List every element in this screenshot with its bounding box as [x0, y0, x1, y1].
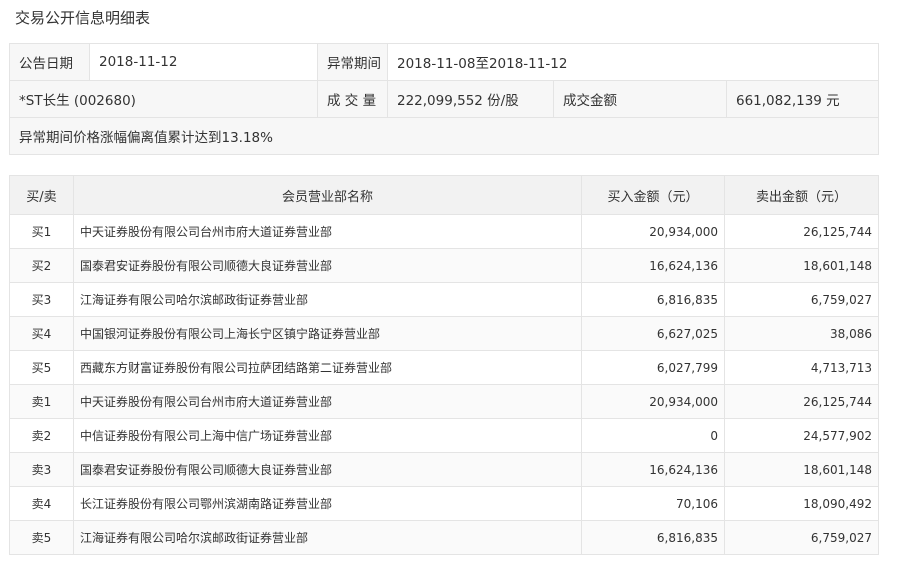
table-row: 买2 国泰君安证券股份有限公司顺德大良证券营业部 16,624,136 18,601,… [9, 248, 879, 283]
row-sell-amount: 18,090,492 [724, 486, 879, 521]
row-broker-name: 中信证券股份有限公司上海中信广场证券营业部 [73, 418, 582, 453]
table-row: 卖2 中信证券股份有限公司上海中信广场证券营业部 0 24,577,902 [9, 418, 879, 453]
amount-label: 成交金额 [553, 80, 727, 118]
table-row: 卖5 江海证券有限公司哈尔滨邮政街证券营业部 6,816,835 6,759,027 [9, 520, 879, 555]
volume-value: 222,099,552 份/股 [387, 80, 554, 118]
summary-table: 公告日期 2018-11-12 异常期间 2018-11-08至2018-11-… [9, 43, 879, 155]
row-side: 买4 [9, 316, 74, 351]
row-broker-name: 长江证券股份有限公司鄂州滨湖南路证券营业部 [73, 486, 582, 521]
row-buy-amount: 6,627,025 [581, 316, 725, 351]
page-title: 交易公开信息明细表 [15, 9, 151, 27]
row-side: 卖3 [9, 452, 74, 487]
row-broker-name: 西藏东方财富证券股份有限公司拉萨团结路第二证券营业部 [73, 350, 582, 385]
row-buy-amount: 16,624,136 [581, 452, 725, 487]
row-sell-amount: 18,601,148 [724, 452, 879, 487]
period-value: 2018-11-08至2018-11-12 [387, 43, 879, 81]
row-sell-amount: 24,577,902 [724, 418, 879, 453]
header-sell-amount: 卖出金额（元） [724, 175, 879, 215]
table-row: 卖4 长江证券股份有限公司鄂州滨湖南路证券营业部 70,106 18,090,492 [9, 486, 879, 521]
table-row: 买3 江海证券有限公司哈尔滨邮政街证券营业部 6,816,835 6,759,027 [9, 282, 879, 317]
row-broker-name: 江海证券有限公司哈尔滨邮政街证券营业部 [73, 282, 582, 317]
header-broker-name: 会员营业部名称 [73, 175, 582, 215]
header-side: 买/卖 [9, 175, 74, 215]
row-sell-amount: 38,086 [724, 316, 879, 351]
row-side: 买3 [9, 282, 74, 317]
row-broker-name: 国泰君安证券股份有限公司顺德大良证券营业部 [73, 452, 582, 487]
row-sell-amount: 18,601,148 [724, 248, 879, 283]
table-row: 买5 西藏东方财富证券股份有限公司拉萨团结路第二证券营业部 6,027,799 4,7… [9, 350, 879, 385]
table-row: 买1 中天证券股份有限公司台州市府大道证券营业部 20,934,000 26,125,… [9, 214, 879, 249]
row-sell-amount: 6,759,027 [724, 520, 879, 555]
announce-date-label: 公告日期 [9, 43, 90, 81]
row-broker-name: 江海证券有限公司哈尔滨邮政街证券营业部 [73, 520, 582, 555]
amount-value: 661,082,139 元 [726, 80, 879, 118]
row-side: 卖4 [9, 486, 74, 521]
row-buy-amount: 70,106 [581, 486, 725, 521]
table-header-row: 买/卖 会员营业部名称 买入金额（元） 卖出金额（元） [9, 175, 879, 215]
row-buy-amount: 20,934,000 [581, 384, 725, 419]
row-buy-amount: 6,816,835 [581, 282, 725, 317]
row-buy-amount: 16,624,136 [581, 248, 725, 283]
row-sell-amount: 26,125,744 [724, 214, 879, 249]
row-side: 卖5 [9, 520, 74, 555]
row-broker-name: 国泰君安证券股份有限公司顺德大良证券营业部 [73, 248, 582, 283]
table-row: 买4 中国银河证券股份有限公司上海长宁区镇宁路证券营业部 6,627,025 38,0… [9, 316, 879, 351]
row-side: 买2 [9, 248, 74, 283]
row-sell-amount: 4,713,713 [724, 350, 879, 385]
table-row: 卖1 中天证券股份有限公司台州市府大道证券营业部 20,934,000 26,125,… [9, 384, 879, 419]
row-buy-amount: 6,816,835 [581, 520, 725, 555]
deviation-note: 异常期间价格涨幅偏离值累计达到13.18% [9, 117, 879, 155]
stock-name: *ST长生 (002680) [9, 80, 318, 118]
row-sell-amount: 26,125,744 [724, 384, 879, 419]
row-side: 买1 [9, 214, 74, 249]
row-buy-amount: 6,027,799 [581, 350, 725, 385]
row-buy-amount: 0 [581, 418, 725, 453]
announce-date-value: 2018-11-12 [89, 43, 318, 81]
row-side: 卖1 [9, 384, 74, 419]
trading-detail-table: 买/卖 会员营业部名称 买入金额（元） 卖出金额（元） 买1 中天证券股份有限公司… [9, 175, 879, 555]
row-buy-amount: 20,934,000 [581, 214, 725, 249]
header-buy-amount: 买入金额（元） [581, 175, 725, 215]
row-side: 买5 [9, 350, 74, 385]
volume-label: 成 交 量 [317, 80, 388, 118]
row-broker-name: 中天证券股份有限公司台州市府大道证券营业部 [73, 214, 582, 249]
row-side: 卖2 [9, 418, 74, 453]
period-label: 异常期间 [317, 43, 388, 81]
row-broker-name: 中天证券股份有限公司台州市府大道证券营业部 [73, 384, 582, 419]
row-broker-name: 中国银河证券股份有限公司上海长宁区镇宁路证券营业部 [73, 316, 582, 351]
row-sell-amount: 6,759,027 [724, 282, 879, 317]
table-row: 卖3 国泰君安证券股份有限公司顺德大良证券营业部 16,624,136 18,601,… [9, 452, 879, 487]
